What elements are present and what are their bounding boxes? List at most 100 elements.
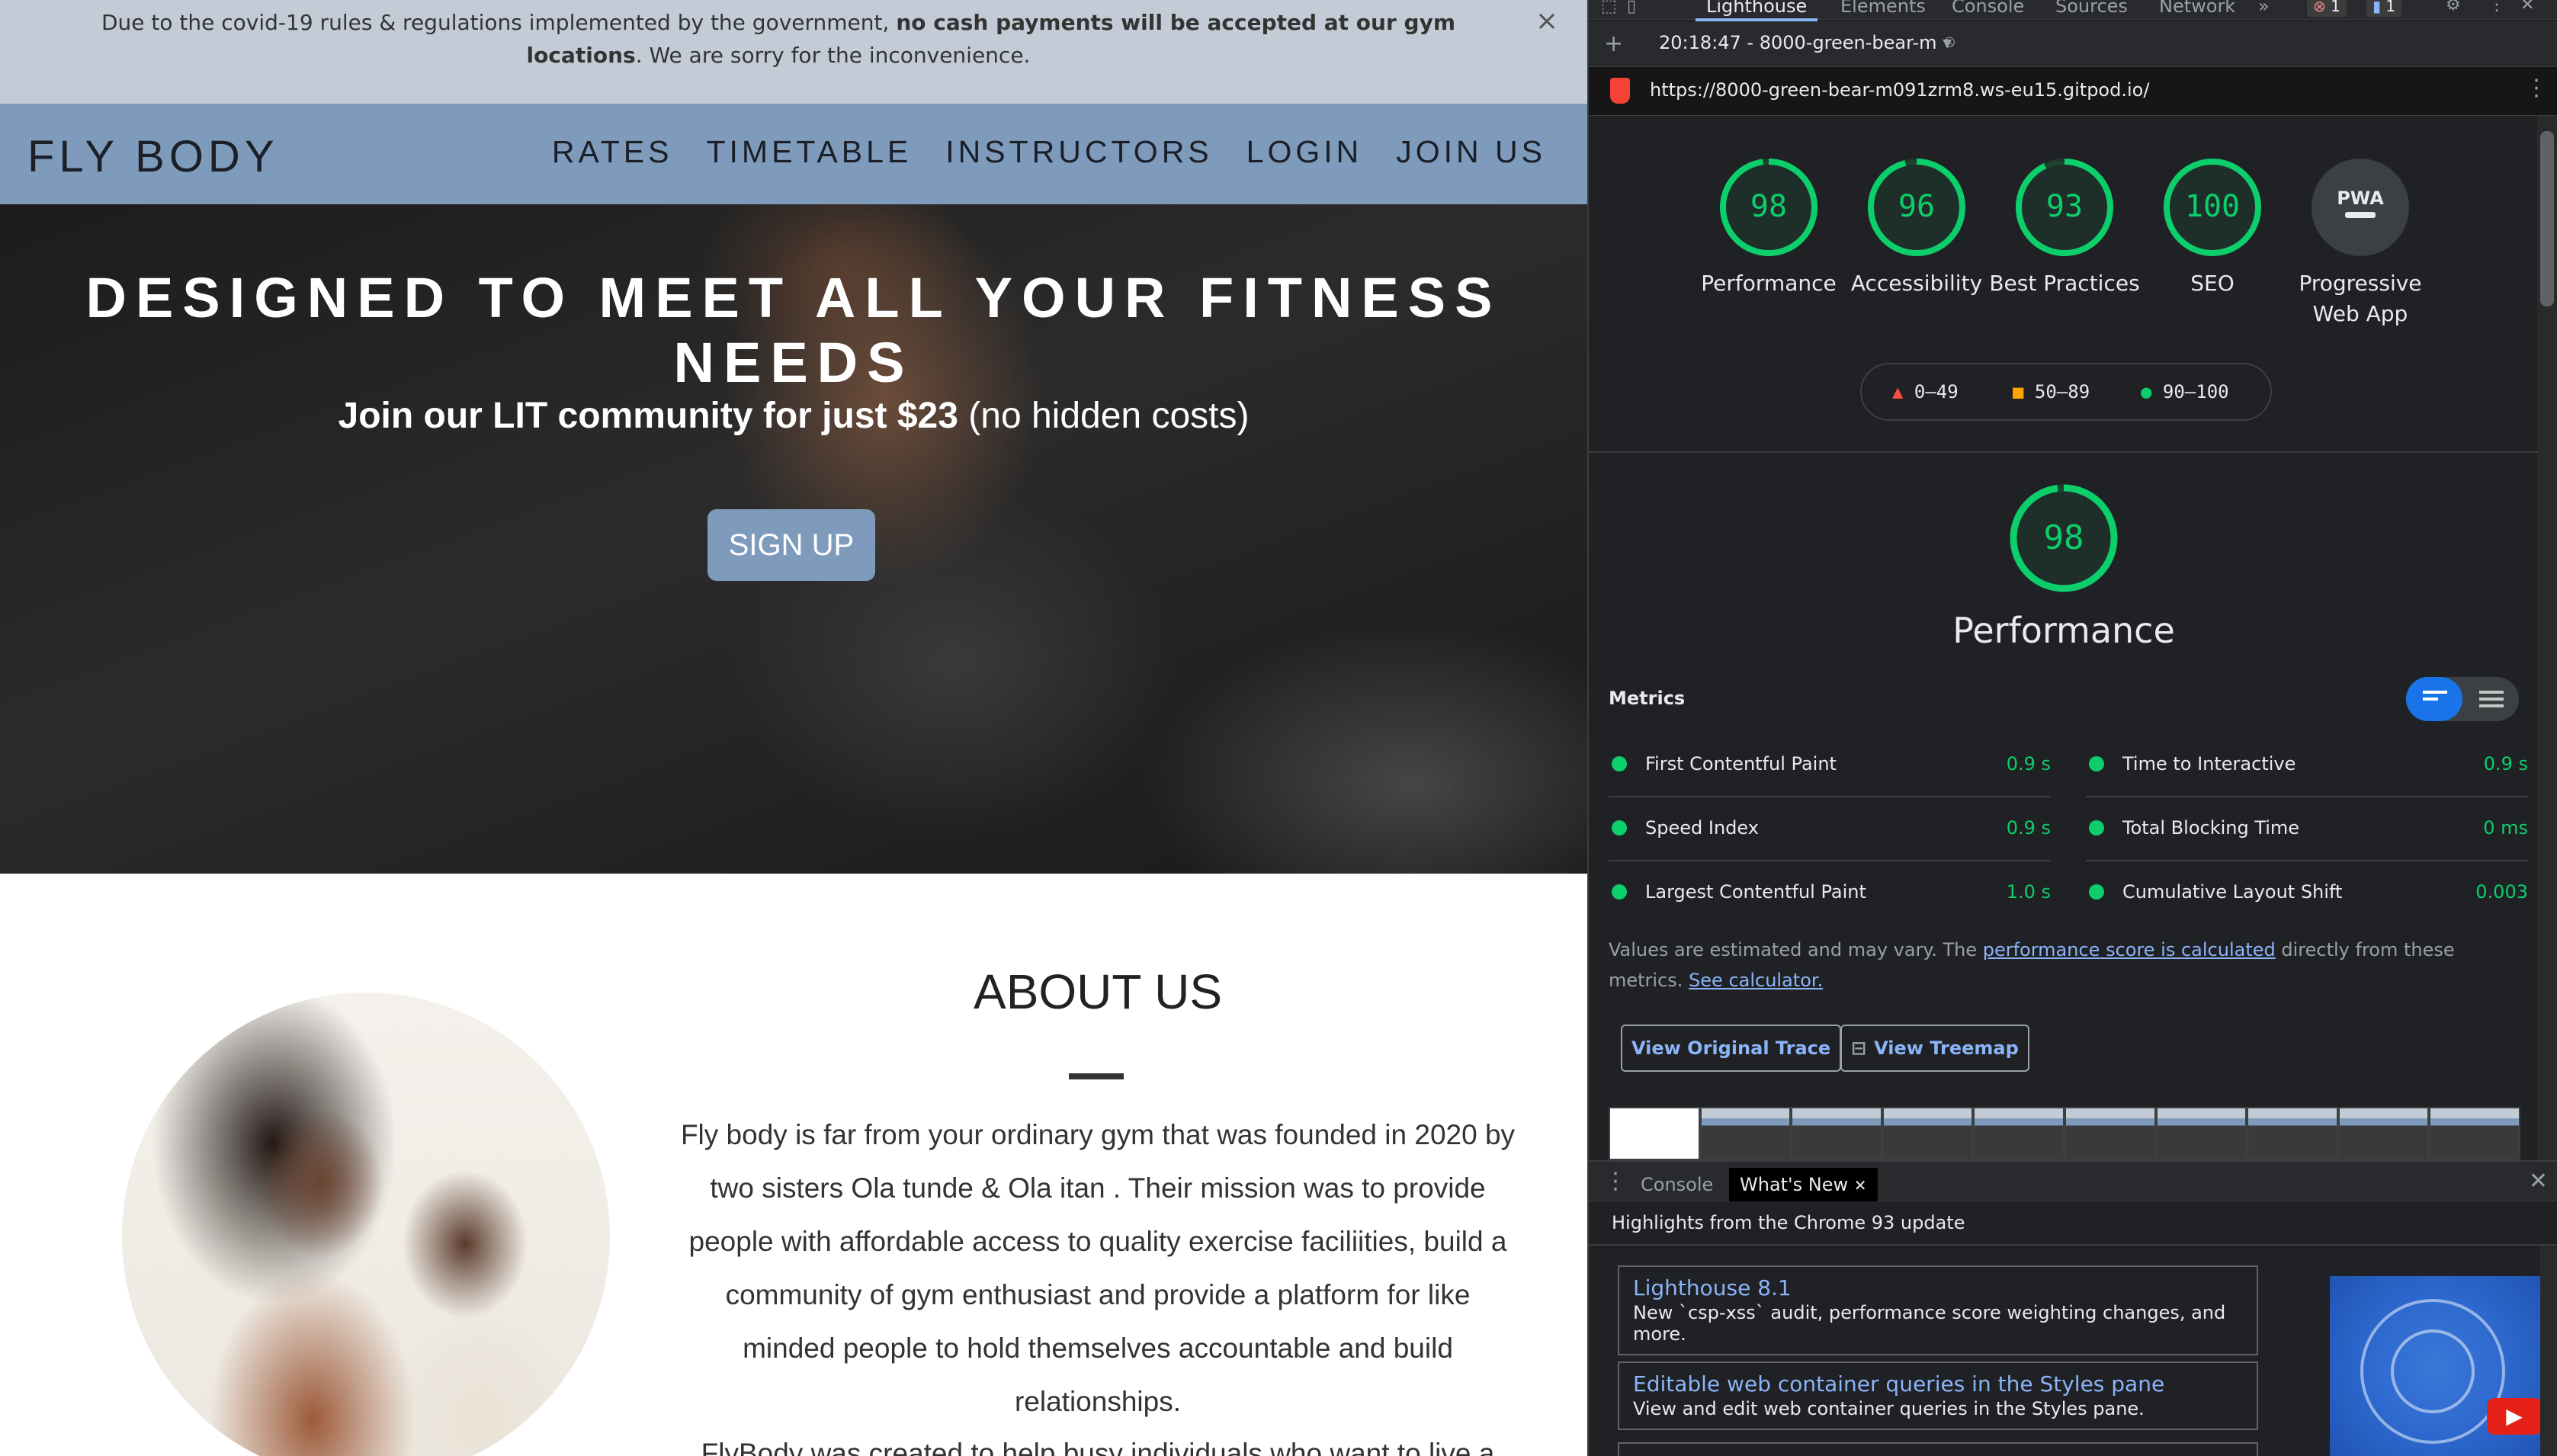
tab-network[interactable]: Network <box>2159 0 2235 17</box>
metric-largest-contentful-paint[interactable]: Largest Contentful Paint 1.0 s <box>1609 861 2051 925</box>
whats-new-subtitle: Highlights from the Chrome 93 update <box>1612 1212 1965 1233</box>
gauge-accessibility[interactable]: 96 Accessibility <box>1840 157 1993 299</box>
circle-icon: ● <box>2141 381 2152 402</box>
legend-average: ■ 50–89 <box>2013 381 2090 402</box>
metric-cumulative-layout-shift[interactable]: Cumulative Layout Shift 0.003 <box>2086 861 2528 925</box>
gauge-pwa-label: Progressive Web App <box>2299 271 2422 326</box>
performance-score: 98 <box>2044 518 2084 557</box>
drawer-scrollbar[interactable] <box>2540 1246 2557 1456</box>
nav-link-instructors[interactable]: INSTRUCTORS <box>945 134 1212 170</box>
gauge-best-practices[interactable]: 93 Best Practices <box>1988 157 2141 299</box>
sign-up-button[interactable]: SIGN UP <box>707 509 875 581</box>
metric-value: 0.9 s <box>2483 753 2528 775</box>
view-treemap-button[interactable]: ⊟ View Treemap <box>1840 1025 2029 1072</box>
banner-text-end: . We are sorry for the inconvenience. <box>635 43 1031 68</box>
scrollbar-thumb[interactable] <box>2540 131 2554 306</box>
error-icon: ⊗ <box>2313 0 2326 15</box>
new-report-plus-icon[interactable]: + <box>1604 30 1623 57</box>
drawer-tab-console[interactable]: Console <box>1630 1168 1724 1201</box>
devtools-drawer: ⋮ Console What's New ✕ ✕ Highlights from… <box>1589 1160 2557 1456</box>
tab-elements[interactable]: Elements <box>1840 0 1926 17</box>
performance-title: Performance <box>1952 610 2175 651</box>
pwa-badge-text: PWA <box>2337 188 2384 209</box>
report-menu-icon[interactable]: ⋮ <box>2525 75 2548 101</box>
device-toolbar-icon[interactable]: ▯ <box>1627 0 1636 16</box>
news-item-partial[interactable] <box>1618 1442 2258 1456</box>
video-thumbnail[interactable]: ▶ <box>2330 1276 2557 1456</box>
metric-status-dot <box>1612 884 1627 900</box>
error-count: 1 <box>2331 0 2340 15</box>
drawer-tab-whats-new-label: What's New <box>1740 1174 1849 1195</box>
tab-console[interactable]: Console <box>1952 0 2024 17</box>
tab-sources[interactable]: Sources <box>2055 0 2128 17</box>
news-item-lighthouse[interactable]: Lighthouse 8.1 New `csp-xss` audit, perf… <box>1618 1265 2258 1355</box>
banner-close-icon[interactable]: × <box>1535 5 1558 37</box>
see-calculator-link[interactable]: See calculator. <box>1689 970 1823 991</box>
hero-subtitle-bold: Join our LIT community for just $23 <box>338 396 958 436</box>
report-scrollbar[interactable] <box>2537 116 2557 1160</box>
drawer-tab-whats-new[interactable]: What's New ✕ <box>1729 1168 1878 1201</box>
gauge-accessibility-ring: 96 <box>1868 159 1965 256</box>
report-url-bar: https://8000-green-bear-m091zrm8.ws-eu15… <box>1589 67 2557 116</box>
metric-value: 0.9 s <box>2006 753 2051 775</box>
website-viewport: Due to the covid-19 rules & regulations … <box>0 0 1587 1456</box>
lighthouse-logo-icon <box>1610 78 1630 104</box>
filmstrip <box>1609 1107 2520 1160</box>
expanded-view-button[interactable] <box>2462 677 2519 721</box>
settings-gear-icon[interactable]: ⚙ <box>2446 0 2461 14</box>
news-item-container-queries[interactable]: Editable web container queries in the St… <box>1618 1361 2258 1430</box>
close-drawer-icon[interactable]: ✕ <box>2529 1168 2548 1195</box>
clear-reports-icon[interactable]: ⦸ <box>1944 32 1955 51</box>
nav-link-join-us[interactable]: JOIN US <box>1396 134 1546 170</box>
gauge-seo-label: SEO <box>2190 271 2235 296</box>
close-devtools-icon[interactable]: ✕ <box>2520 0 2534 14</box>
hero-subtitle: Join our LIT community for just $23 (no … <box>0 395 1587 437</box>
banner-text: Due to the covid-19 rules & regulations … <box>101 10 897 35</box>
disclaimer-text: Values are estimated and may vary. The <box>1609 939 1983 961</box>
about-paragraph-2: FlyBody was created to help busy individ… <box>701 1438 1495 1456</box>
score-legend: ▲ 0–49 ■ 50–89 ● 90–100 <box>1860 363 2272 421</box>
drawer-menu-icon[interactable]: ⋮ <box>1604 1168 1627 1195</box>
nav-links: RATES TIMETABLE INSTRUCTORS LOGIN JOIN U… <box>552 134 1546 170</box>
report-url[interactable]: https://8000-green-bear-m091zrm8.ws-eu15… <box>1650 79 2149 101</box>
metric-status-dot <box>1612 756 1627 771</box>
filmstrip-frame <box>1609 1107 1700 1160</box>
view-original-trace-button[interactable]: View Original Trace <box>1621 1025 1842 1072</box>
news-title: Editable web container queries in the St… <box>1633 1371 2165 1397</box>
legend-fail-range: 0–49 <box>1914 381 1959 402</box>
brand-logo[interactable]: FLY BODY <box>27 131 279 182</box>
metric-status-dot <box>2089 884 2104 900</box>
hero-title: DESIGNED TO MEET ALL YOUR FITNESS NEEDS <box>85 266 1502 394</box>
tab-lighthouse[interactable]: Lighthouse <box>1696 0 1818 21</box>
more-tabs-icon[interactable]: » <box>2258 0 2270 17</box>
score-calculation-link[interactable]: performance score is calculated <box>1983 939 2276 961</box>
hero-subtitle-rest: (no hidden costs) <box>958 396 1250 436</box>
message-count-badge[interactable]: ▮ 1 <box>2366 0 2402 17</box>
founders-photo <box>122 993 610 1456</box>
metric-value: 0.003 <box>2475 881 2528 903</box>
metric-status-dot <box>2089 756 2104 771</box>
devtools-menu-icon[interactable]: ⋮ <box>2488 0 2505 14</box>
gauge-seo[interactable]: 100 SEO <box>2136 157 2289 299</box>
report-selector[interactable]: 20:18:47 - 8000-green-bear-m ▾ <box>1659 32 1952 53</box>
covid-notice-banner: Due to the covid-19 rules & regulations … <box>0 0 1587 104</box>
gauge-seo-ring: 100 <box>2164 159 2261 256</box>
metric-time-to-interactive[interactable]: Time to Interactive 0.9 s <box>2086 733 2528 797</box>
metric-speed-index[interactable]: Speed Index 0.9 s <box>1609 797 2051 861</box>
news-title: Lighthouse 8.1 <box>1633 1275 1792 1300</box>
nav-link-login[interactable]: LOGIN <box>1246 134 1363 170</box>
filmstrip-frame <box>1882 1107 1974 1160</box>
metric-first-contentful-paint[interactable]: First Contentful Paint 0.9 s <box>1609 733 2051 797</box>
play-video-icon[interactable]: ▶ <box>2487 1398 2542 1435</box>
devtools-panel: ⬚ ▯ Lighthouse Elements Console Sources … <box>1587 0 2557 1456</box>
inspect-element-icon[interactable]: ⬚ <box>1601 0 1617 16</box>
compact-view-button[interactable] <box>2406 677 2462 721</box>
error-count-badge[interactable]: ⊗ 1 <box>2307 0 2347 17</box>
nav-link-rates[interactable]: RATES <box>552 134 673 170</box>
close-tab-icon[interactable]: ✕ <box>1854 1176 1867 1195</box>
nav-link-timetable[interactable]: TIMETABLE <box>707 134 913 170</box>
gauge-performance[interactable]: 98 Performance <box>1692 157 1845 299</box>
metric-total-blocking-time[interactable]: Total Blocking Time 0 ms <box>2086 797 2528 861</box>
gauge-pwa[interactable]: PWA Progressive Web App <box>2284 157 2437 329</box>
metric-status-dot <box>2089 820 2104 835</box>
